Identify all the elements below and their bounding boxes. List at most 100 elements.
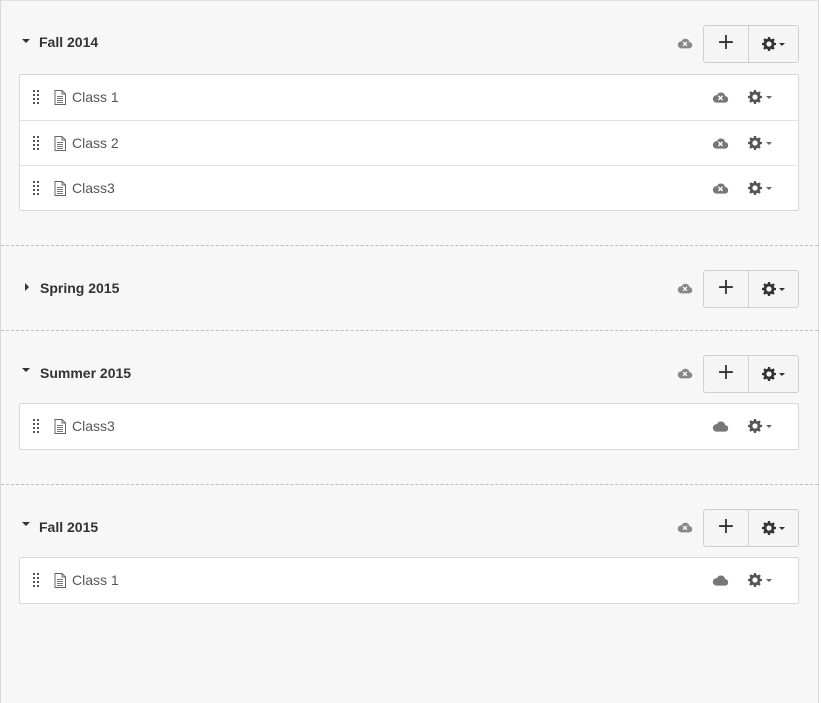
item-title[interactable]: Class 1 [72, 89, 119, 105]
drag-handle[interactable] [33, 180, 39, 196]
module-item[interactable]: Class 2 [20, 120, 798, 165]
module-spacer [1, 450, 818, 484]
module-1: Spring 2015 + [1, 245, 818, 330]
gear-icon [748, 136, 762, 150]
add-item-button[interactable]: + [703, 25, 749, 63]
module-3: Fall 2015 + Class 1 [1, 484, 818, 638]
module-item[interactable]: Class 1 [20, 75, 798, 120]
item-title[interactable]: Class 1 [72, 572, 119, 588]
item-settings-button[interactable] [748, 573, 772, 587]
module-settings-button[interactable] [749, 270, 799, 308]
module-spacer [1, 604, 818, 638]
drag-handle-icon [33, 136, 39, 150]
module-item[interactable]: Class3 [20, 165, 798, 210]
item-publish-status[interactable] [712, 90, 729, 104]
chevron-down-icon [766, 186, 772, 190]
document-icon-wrap [54, 573, 66, 588]
drag-handle-icon [33, 419, 39, 433]
module-settings-button[interactable] [749, 509, 799, 547]
add-item-button[interactable]: + [703, 355, 749, 393]
drag-handle[interactable] [33, 89, 39, 105]
chevron-down-icon [779, 287, 785, 291]
module-header[interactable]: Summer 2015 + [1, 331, 818, 403]
module-0: Fall 2014 + Class 1 Class 2 Class3 [1, 1, 818, 245]
chevron-down-icon [779, 42, 785, 46]
module-header[interactable]: Fall 2015 + [1, 485, 818, 557]
module-title[interactable]: Fall 2015 [39, 519, 98, 535]
chevron-down-icon [766, 95, 772, 99]
chevron-down-icon [779, 526, 785, 530]
module-publish-status[interactable] [677, 520, 693, 534]
module-publish-status[interactable] [677, 36, 693, 50]
module-item[interactable]: Class 1 [20, 558, 798, 603]
drag-handle-icon [33, 573, 39, 587]
drag-handle[interactable] [33, 572, 39, 588]
module-title[interactable]: Spring 2015 [40, 280, 119, 296]
module-actions: + [703, 509, 799, 547]
caret-down-icon[interactable] [22, 39, 30, 43]
gear-icon [748, 573, 762, 587]
document-icon [54, 419, 66, 434]
document-icon [54, 90, 66, 105]
module-items: Class3 [19, 403, 799, 450]
module-actions: + [703, 270, 799, 308]
module-title[interactable]: Fall 2014 [39, 34, 98, 50]
item-publish-status[interactable] [712, 573, 729, 587]
module-settings-button[interactable] [749, 355, 799, 393]
cloud-published-icon [712, 575, 729, 586]
item-settings-button[interactable] [748, 90, 772, 104]
plus-icon: + [716, 275, 736, 300]
item-publish-status[interactable] [712, 181, 729, 195]
chevron-down-icon [766, 424, 772, 428]
gear-icon [762, 37, 776, 51]
chevron-down-icon [766, 578, 772, 582]
item-settings-button[interactable] [748, 419, 772, 433]
module-header[interactable]: Fall 2014 + [1, 1, 818, 74]
item-publish-status[interactable] [712, 419, 729, 433]
add-item-button[interactable]: + [703, 270, 749, 308]
chevron-down-icon [766, 141, 772, 145]
item-title[interactable]: Class3 [72, 418, 115, 434]
plus-icon: + [716, 514, 736, 539]
module-title[interactable]: Summer 2015 [40, 365, 131, 381]
module-actions: + [703, 355, 799, 393]
module-items: Class 1 Class 2 Class3 [19, 74, 799, 211]
caret-right-icon[interactable] [25, 283, 29, 291]
caret-down-icon[interactable] [22, 368, 30, 372]
item-title[interactable]: Class3 [72, 180, 115, 196]
gear-icon [762, 521, 776, 535]
module-publish-status[interactable] [677, 281, 693, 295]
drag-handle[interactable] [33, 418, 39, 434]
chevron-down-icon [779, 372, 785, 376]
item-settings-button[interactable] [748, 136, 772, 150]
module-header[interactable]: Spring 2015 + [1, 246, 818, 330]
document-icon-wrap [54, 181, 66, 196]
caret-down-icon[interactable] [22, 522, 30, 526]
cloud-unpublished-icon [677, 283, 693, 294]
module-item[interactable]: Class3 [20, 404, 798, 449]
document-icon-wrap [54, 419, 66, 434]
drag-handle-icon [33, 181, 39, 195]
add-item-button[interactable]: + [703, 509, 749, 547]
document-icon-wrap [54, 90, 66, 105]
drag-handle-icon [33, 90, 39, 104]
module-spacer [1, 211, 818, 245]
plus-icon: + [716, 30, 736, 55]
module-2: Summer 2015 + Class3 [1, 330, 818, 484]
item-publish-status[interactable] [712, 136, 729, 150]
document-icon [54, 181, 66, 196]
cloud-unpublished-icon [712, 183, 729, 194]
module-settings-button[interactable] [749, 25, 799, 63]
cloud-unpublished-icon [712, 138, 729, 149]
document-icon [54, 573, 66, 588]
cloud-unpublished-icon [677, 38, 693, 49]
gear-icon [762, 367, 776, 381]
document-icon-wrap [54, 136, 66, 151]
module-items: Class 1 [19, 557, 799, 604]
item-title[interactable]: Class 2 [72, 135, 119, 151]
item-settings-button[interactable] [748, 181, 772, 195]
gear-icon [762, 282, 776, 296]
plus-icon: + [716, 360, 736, 385]
module-publish-status[interactable] [677, 366, 693, 380]
drag-handle[interactable] [33, 135, 39, 151]
